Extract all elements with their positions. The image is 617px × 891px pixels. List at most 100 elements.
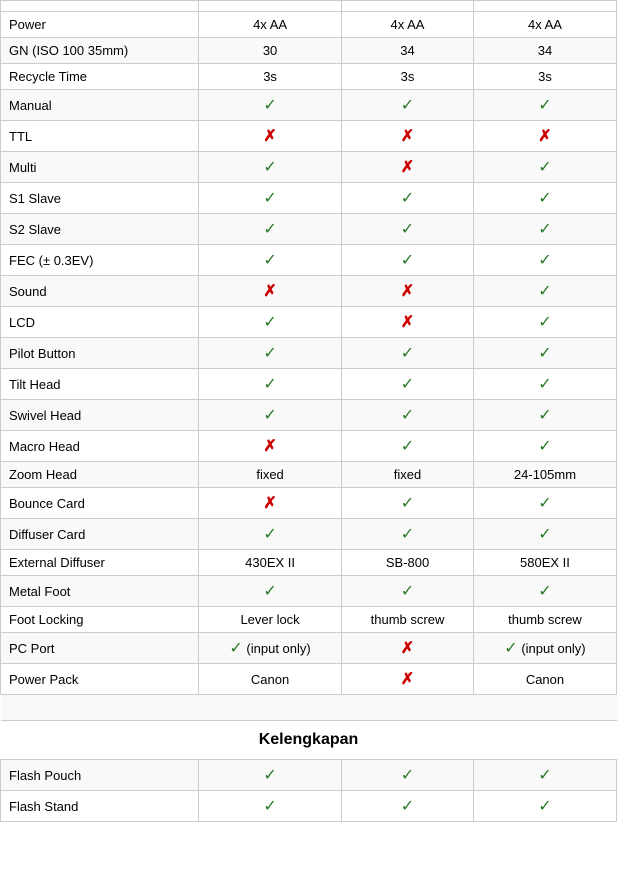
cell-jy620: ✓ <box>199 214 342 245</box>
col-yn560 <box>473 1 616 12</box>
check-icon: ✓ <box>538 583 551 600</box>
table-row: Bounce Card ✗ ✓ ✓ <box>1 488 617 519</box>
row-label: Recycle Time <box>1 64 199 90</box>
cell-jy620: 30 <box>199 38 342 64</box>
table-row: Macro Head ✗ ✓ ✓ <box>1 431 617 462</box>
check-icon: ✓ <box>263 345 276 362</box>
check-icon: ✓ <box>538 407 551 424</box>
cell-yn460: ✓ <box>342 431 474 462</box>
cell-yn460: fixed <box>342 462 474 488</box>
cell-yn460: ✗ <box>342 121 474 152</box>
check-icon: ✓ <box>538 159 551 176</box>
check-icon: ✓ <box>401 526 414 543</box>
table-row: PC Port ✓ (input only) ✗ ✓ (input only) <box>1 633 617 664</box>
cell-yn460: ✓ <box>342 369 474 400</box>
row-label: LCD <box>1 307 199 338</box>
check-icon: ✓ <box>538 221 551 238</box>
cell-yn560: Canon <box>473 664 616 695</box>
check-icon: ✓ <box>401 407 414 424</box>
row-label: Diffuser Card <box>1 519 199 550</box>
cell-value: 430EX II <box>245 555 295 570</box>
cell-value: thumb screw <box>508 612 582 627</box>
cell-jy620: 430EX II <box>199 550 342 576</box>
cell-yn460: SB-800 <box>342 550 474 576</box>
check-icon: ✓ <box>538 798 551 815</box>
table-row: Swivel Head ✓ ✓ ✓ <box>1 400 617 431</box>
cell-value: 3s <box>263 69 277 84</box>
cell-value: Canon <box>251 672 289 687</box>
table-row: Tilt Head ✓ ✓ ✓ <box>1 369 617 400</box>
table-row: Sound ✗ ✗ ✓ <box>1 276 617 307</box>
cell-value: fixed <box>394 467 421 482</box>
cell-jy620: ✓ <box>199 183 342 214</box>
cell-yn460: ✓ <box>342 90 474 121</box>
cell-yn460: 34 <box>342 38 474 64</box>
check-icon: ✓ <box>263 583 276 600</box>
check-icon: ✓ <box>263 252 276 269</box>
cell-yn560: ✓ <box>473 214 616 245</box>
cell-value: 3s <box>538 69 552 84</box>
cross-icon: ✗ <box>263 438 276 455</box>
cell-jy620: ✓ <box>199 369 342 400</box>
cross-icon: ✗ <box>538 128 551 145</box>
cell-yn560: ✓ <box>473 338 616 369</box>
cross-icon: ✗ <box>401 640 414 657</box>
cell-value: Lever lock <box>240 612 299 627</box>
cell-jy620: ✓ <box>199 245 342 276</box>
table-row: Pilot Button ✓ ✓ ✓ <box>1 338 617 369</box>
cell-yn560: ✓ <box>473 431 616 462</box>
row-label: Metal Foot <box>1 576 199 607</box>
check-icon: ✓ <box>538 190 551 207</box>
table-row: GN (ISO 100 35mm) 30 34 34 <box>1 38 617 64</box>
check-icon: ✓ <box>538 495 551 512</box>
row-label: Flash Pouch <box>1 760 199 791</box>
check-icon: ✓ <box>263 97 276 114</box>
table-row: FEC (± 0.3EV) ✓ ✓ ✓ <box>1 245 617 276</box>
row-label: GN (ISO 100 35mm) <box>1 38 199 64</box>
check-icon: ✓ <box>538 438 551 455</box>
table-row: Manual ✓ ✓ ✓ <box>1 90 617 121</box>
cell-value: SB-800 <box>386 555 429 570</box>
cell-value: thumb screw <box>371 612 445 627</box>
cell-yn560: ✓ <box>473 307 616 338</box>
input-only-label: (input only) <box>521 641 585 656</box>
cell-value: 34 <box>538 43 552 58</box>
empty-row <box>1 695 617 721</box>
cell-yn560: ✓ <box>473 791 616 822</box>
cross-icon: ✗ <box>401 159 414 176</box>
cell-jy620: ✗ <box>199 431 342 462</box>
check-icon: ✓ <box>538 283 551 300</box>
check-icon: ✓ <box>538 314 551 331</box>
cell-value: 4x AA <box>391 17 425 32</box>
cell-value: fixed <box>256 467 283 482</box>
check-icon: ✓ <box>401 345 414 362</box>
cell-jy620: ✓ <box>199 760 342 791</box>
row-label: TTL <box>1 121 199 152</box>
cell-value: 34 <box>400 43 414 58</box>
cell-yn560: ✓ <box>473 400 616 431</box>
table-row: Power 4x AA 4x AA 4x AA <box>1 12 617 38</box>
cell-yn560: ✓ <box>473 576 616 607</box>
cell-value: 30 <box>263 43 277 58</box>
check-icon: ✓ <box>538 97 551 114</box>
row-label: Multi <box>1 152 199 183</box>
cell-value: 580EX II <box>520 555 570 570</box>
cell-jy620: ✓ <box>199 152 342 183</box>
cell-jy620: Lever lock <box>199 607 342 633</box>
cell-yn560: ✓ <box>473 245 616 276</box>
table-row: Foot Locking Lever lock thumb screw thum… <box>1 607 617 633</box>
check-icon: ✓ <box>538 252 551 269</box>
cell-yn460: ✓ <box>342 576 474 607</box>
table-row: Diffuser Card ✓ ✓ ✓ <box>1 519 617 550</box>
cell-yn460: ✗ <box>342 307 474 338</box>
row-label: Power Pack <box>1 664 199 695</box>
row-label: Sound <box>1 276 199 307</box>
col-yn460 <box>342 1 474 12</box>
cell-yn460: ✓ <box>342 519 474 550</box>
row-label: Power <box>1 12 199 38</box>
row-label: Tilt Head <box>1 369 199 400</box>
cell-jy620: ✓ <box>199 338 342 369</box>
cell-jy620: ✗ <box>199 276 342 307</box>
row-label: Pilot Button <box>1 338 199 369</box>
check-icon: ✓ <box>263 314 276 331</box>
